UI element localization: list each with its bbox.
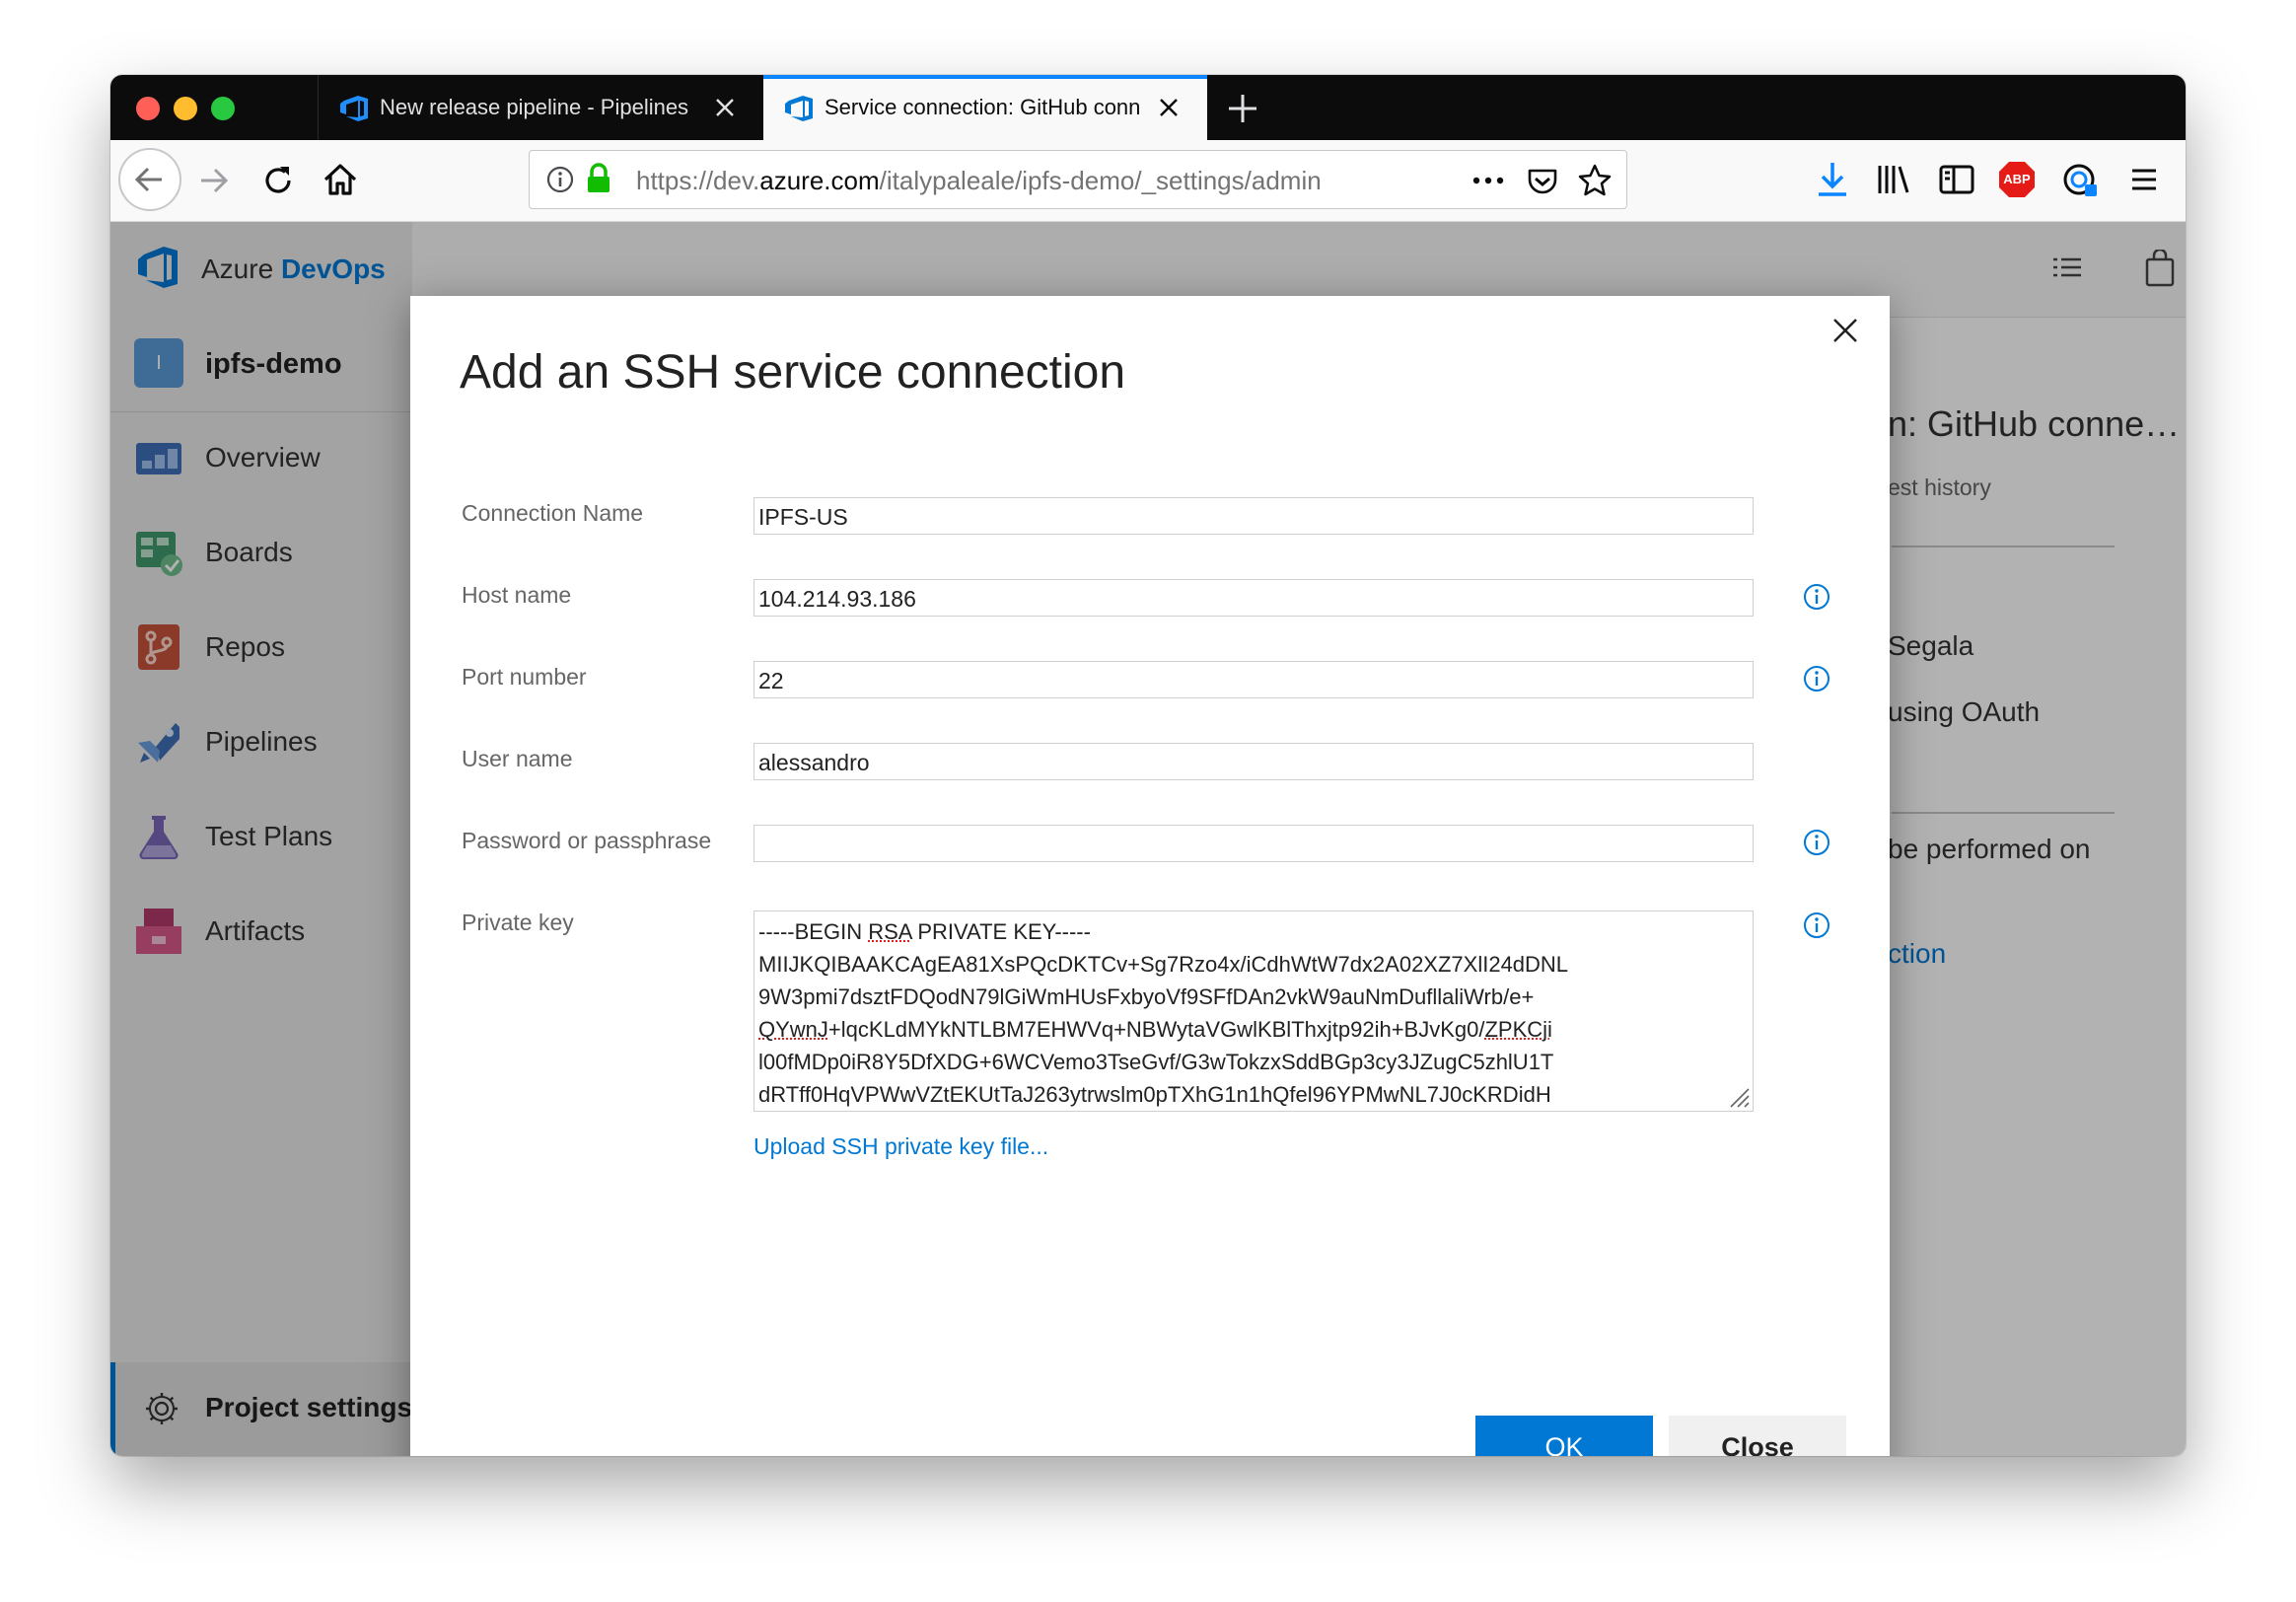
key-line: -----BEGIN RSA PRIVATE KEY----- — [758, 919, 1091, 944]
info-icon[interactable] — [1803, 583, 1830, 611]
bookmark-star-icon[interactable] — [1577, 163, 1613, 198]
azure-devops-favicon-icon — [340, 96, 368, 121]
key-line: dRTff0HqVPWwVZtEKUtTaJ263ytrwslm0pTXhG1n… — [758, 1082, 1551, 1107]
info-icon[interactable] — [1803, 911, 1830, 939]
close-icon[interactable] — [1829, 314, 1862, 347]
password-input[interactable] — [753, 825, 1754, 862]
key-line: l00fMDp0iR8Y5DfXDG+6WCVemo3TseGvf/G3wTok… — [758, 1050, 1554, 1074]
resize-grip-icon[interactable] — [1725, 1083, 1751, 1109]
tab-service-connection[interactable]: Service connection: GitHub conn — [763, 75, 1207, 140]
window-close-button[interactable] — [136, 97, 160, 120]
home-icon[interactable] — [320, 159, 361, 200]
window-minimize-button[interactable] — [174, 97, 197, 120]
close-button[interactable]: Close — [1669, 1416, 1846, 1456]
back-button[interactable] — [118, 148, 181, 211]
pocket-icon[interactable] — [1526, 164, 1559, 197]
tab-title: New release pipeline - Pipelines — [380, 95, 689, 119]
forward-icon[interactable] — [193, 161, 233, 200]
tab-strip: New release pipeline - Pipelines Service… — [110, 75, 2186, 140]
host-name-label: Host name — [462, 582, 572, 608]
more-icon[interactable] — [1469, 167, 1508, 194]
url-text: https://dev.azure.com/italypaleale/ipfs-… — [636, 166, 1322, 195]
page-info-icon[interactable] — [545, 165, 575, 194]
info-icon[interactable] — [1803, 829, 1830, 856]
private-key-label: Private key — [462, 910, 574, 935]
password-label: Password or passphrase — [462, 828, 712, 853]
connection-name-label: Connection Name — [462, 500, 644, 526]
info-icon[interactable] — [1803, 665, 1830, 692]
azure-devops-app: Azure DevOps I ipfs-demo Overview Boards… — [110, 222, 2186, 1456]
menu-icon[interactable] — [2126, 162, 2162, 197]
dialog-title: Add an SSH service connection — [460, 346, 1126, 399]
adblock-label: ABP — [2003, 172, 2031, 186]
back-icon — [134, 167, 162, 192]
key-line: 9W3pmi7dsztFDQodN79lGiWmHUsFxbyoVf9SFfDA… — [758, 984, 1535, 1009]
user-name-input[interactable]: alessandro — [753, 743, 1754, 780]
browser-window: New release pipeline - Pipelines Service… — [110, 75, 2186, 1456]
connection-name-input[interactable]: IPFS-US — [753, 497, 1754, 535]
window-zoom-button[interactable] — [211, 97, 235, 120]
key-line: MIIJKQIBAAKCAgEA81XsPQcDKTCv+Sg7Rzo4x/iC… — [758, 952, 1569, 977]
port-number-label: Port number — [462, 664, 587, 690]
host-name-input[interactable]: 104.214.93.186 — [753, 579, 1754, 617]
lock-icon — [588, 163, 610, 192]
azure-devops-favicon-icon — [785, 96, 813, 121]
reload-icon[interactable] — [258, 161, 298, 200]
tab-title: Service connection: GitHub conn — [825, 95, 1141, 119]
library-icon[interactable] — [1874, 160, 1913, 199]
ssh-service-connection-dialog: Add an SSH service connection Connection… — [410, 296, 1890, 1456]
navigation-toolbar: https://dev.azure.com/italypaleale/ipfs-… — [110, 140, 2186, 222]
adblock-icon[interactable]: ABP — [1997, 160, 2037, 199]
port-number-input[interactable]: 22 — [753, 661, 1754, 698]
new-tab-icon[interactable] — [1225, 91, 1260, 126]
tab-close-icon[interactable] — [710, 93, 740, 122]
url-bar[interactable]: https://dev.azure.com/italypaleale/ipfs-… — [529, 150, 1627, 209]
download-icon[interactable] — [1813, 159, 1852, 200]
private-key-textarea[interactable]: -----BEGIN RSA PRIVATE KEY----- MIIJKQIB… — [753, 910, 1754, 1112]
tab-close-icon[interactable] — [1154, 93, 1184, 122]
key-line: QYwnJ+lqcKLdMYkNTLBM7EHWVq+NBWytaVGwlKBl… — [758, 1017, 1552, 1042]
user-name-label: User name — [462, 746, 573, 771]
extension-icon[interactable] — [2059, 159, 2101, 200]
sidebar-icon[interactable] — [1937, 160, 1976, 199]
upload-key-link[interactable]: Upload SSH private key file... — [753, 1133, 1048, 1160]
ok-button[interactable]: OK — [1475, 1416, 1653, 1456]
tab-new-release-pipeline[interactable]: New release pipeline - Pipelines — [318, 75, 763, 140]
